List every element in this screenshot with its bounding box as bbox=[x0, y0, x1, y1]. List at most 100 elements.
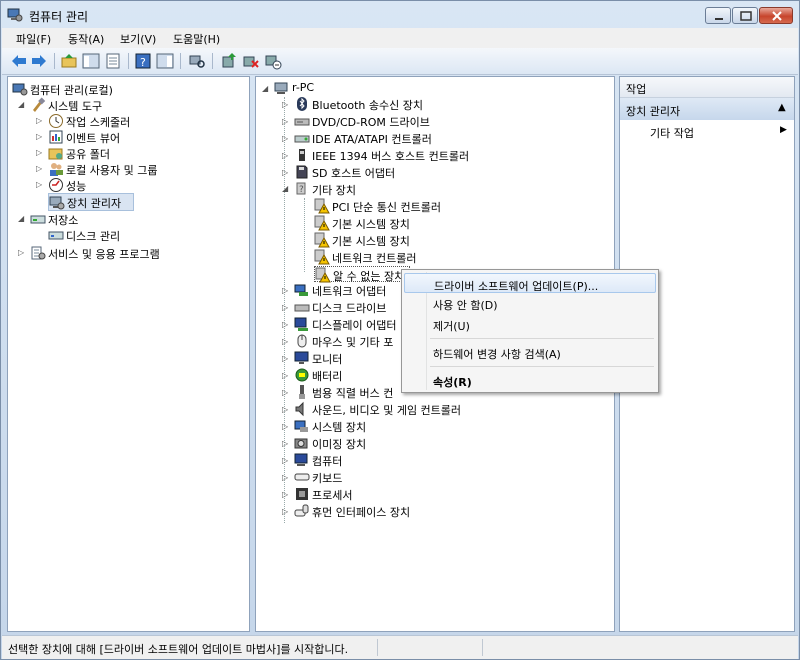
scan-hardware-icon[interactable] bbox=[188, 52, 206, 70]
help-icon[interactable]: ? bbox=[134, 52, 152, 70]
expand-toggle[interactable]: ▷ bbox=[282, 135, 290, 143]
monitor-icon bbox=[294, 351, 309, 364]
mouse-icon bbox=[297, 334, 307, 348]
computer-management-icon bbox=[12, 83, 28, 96]
menu-view[interactable]: 보기(V) bbox=[120, 31, 156, 47]
expand-toggle[interactable]: ▷ bbox=[282, 372, 290, 380]
status-bar: 선택한 장치에 대해 [드라이버 소프트웨어 업데이트 마법사]를 시작합니다. bbox=[2, 635, 798, 659]
minimize-button[interactable] bbox=[705, 7, 731, 24]
expand-toggle[interactable]: ▷ bbox=[282, 321, 290, 329]
clock-icon bbox=[49, 114, 63, 128]
expand-toggle[interactable]: ◢ bbox=[262, 85, 270, 93]
shared-folder-icon bbox=[48, 148, 63, 160]
action-more-actions[interactable]: 기타 작업 bbox=[650, 125, 694, 141]
expand-toggle[interactable]: ▷ bbox=[282, 152, 290, 160]
bluetooth-icon bbox=[297, 97, 307, 111]
users-icon bbox=[50, 163, 63, 176]
system-device-icon bbox=[294, 420, 308, 432]
up-folder-icon[interactable] bbox=[60, 52, 78, 70]
menu-disable[interactable]: 사용 안 함(D) bbox=[404, 293, 656, 313]
expand-toggle[interactable]: ▷ bbox=[282, 423, 290, 431]
expand-toggle[interactable]: ▷ bbox=[36, 165, 44, 173]
expand-toggle[interactable]: ▷ bbox=[36, 181, 44, 189]
expand-toggle[interactable]: ▷ bbox=[282, 491, 290, 499]
disk-icon bbox=[48, 231, 64, 240]
back-arrow-icon[interactable] bbox=[10, 52, 28, 70]
display-adapter-icon bbox=[294, 317, 308, 331]
menu-action[interactable]: 동작(A) bbox=[68, 31, 104, 47]
ide-controller-icon bbox=[294, 135, 310, 143]
svg-text:?: ? bbox=[299, 185, 304, 195]
expand-toggle[interactable]: ▷ bbox=[282, 474, 290, 482]
device-manager-icon bbox=[49, 196, 65, 210]
event-viewer-icon bbox=[49, 130, 63, 144]
processor-icon bbox=[296, 488, 308, 500]
device-unknown-selected[interactable]: 알 수 없는 장치 bbox=[314, 266, 410, 283]
expand-toggle[interactable]: ◢ bbox=[18, 101, 26, 109]
battery-icon bbox=[295, 368, 309, 382]
window-title: 컴퓨터 관리 bbox=[29, 10, 89, 24]
title-bar: 컴퓨터 관리 bbox=[1, 1, 799, 28]
expand-toggle[interactable]: ▷ bbox=[282, 389, 290, 397]
action-pane-icon[interactable] bbox=[156, 52, 174, 70]
services-icon bbox=[31, 246, 46, 260]
warning-device-icon bbox=[314, 198, 330, 214]
tools-icon bbox=[33, 97, 46, 112]
sd-card-icon bbox=[296, 165, 308, 179]
computer-icon bbox=[294, 453, 308, 466]
menu-help[interactable]: 도움말(H) bbox=[173, 31, 220, 47]
properties-list-icon[interactable] bbox=[104, 52, 122, 70]
menu-file[interactable]: 파일(F) bbox=[16, 31, 51, 47]
expand-toggle[interactable]: ▷ bbox=[282, 508, 290, 516]
warning-device-icon bbox=[315, 267, 331, 283]
expand-toggle[interactable]: ▷ bbox=[282, 169, 290, 177]
update-driver-icon[interactable] bbox=[220, 52, 238, 70]
expand-toggle[interactable]: ▷ bbox=[282, 457, 290, 465]
actions-section-device-manager[interactable]: 장치 관리자 ▲ bbox=[620, 98, 794, 120]
expand-toggle[interactable]: ▷ bbox=[282, 440, 290, 448]
toolbar: ? bbox=[2, 48, 798, 75]
submenu-arrow-icon[interactable]: ▶ bbox=[780, 125, 787, 135]
console-tree-pane: 컴퓨터 관리(로컬) ◢ 시스템 도구 ▷ 작업 스케줄러 ▷ 이벤트 뷰어 ▷… bbox=[7, 76, 250, 632]
expand-toggle[interactable]: ▷ bbox=[36, 149, 44, 157]
expand-toggle[interactable]: ▷ bbox=[282, 118, 290, 126]
menu-scan-hardware[interactable]: 하드웨어 변경 사항 검색(A) bbox=[404, 342, 656, 362]
usb-icon bbox=[299, 385, 305, 399]
expand-toggle[interactable]: ▷ bbox=[282, 355, 290, 363]
close-button[interactable] bbox=[759, 7, 793, 24]
menu-bar: 파일(F) 동작(A) 보기(V) 도움말(H) bbox=[2, 28, 798, 48]
expand-toggle[interactable]: ▷ bbox=[282, 101, 290, 109]
hid-icon bbox=[294, 504, 309, 517]
disk-drive-icon bbox=[294, 304, 310, 312]
expand-toggle[interactable]: ▷ bbox=[36, 117, 44, 125]
maximize-button[interactable] bbox=[732, 7, 758, 24]
computer-management-icon bbox=[7, 8, 23, 22]
svg-text:?: ? bbox=[140, 56, 146, 69]
forward-arrow-icon[interactable] bbox=[30, 52, 48, 70]
warning-device-icon bbox=[314, 215, 330, 231]
computer-management-window: 컴퓨터 관리 파일(F) 동작(A) 보기(V) 도움말(H) ? 컴퓨터 관리… bbox=[0, 0, 800, 660]
menu-properties[interactable]: 속성(R) bbox=[404, 370, 656, 390]
show-hide-tree-icon[interactable] bbox=[82, 52, 100, 70]
expand-toggle[interactable]: ▷ bbox=[36, 133, 44, 141]
keyboard-icon bbox=[294, 473, 310, 481]
uninstall-device-icon[interactable] bbox=[242, 52, 260, 70]
network-adapter-icon bbox=[294, 284, 308, 296]
collapse-arrow-icon[interactable]: ▲ bbox=[778, 102, 786, 113]
expand-toggle[interactable]: ▷ bbox=[18, 249, 26, 257]
menu-uninstall[interactable]: 제거(U) bbox=[404, 314, 656, 334]
expand-toggle[interactable]: ◢ bbox=[18, 215, 26, 223]
disable-device-icon[interactable] bbox=[264, 52, 282, 70]
speaker-icon bbox=[295, 401, 304, 417]
expand-toggle[interactable]: ▷ bbox=[282, 338, 290, 346]
menu-update-driver[interactable]: 드라이버 소프트웨어 업데이트(P)... bbox=[404, 273, 656, 293]
collapse-toggle[interactable]: ◢ bbox=[282, 185, 290, 193]
dvd-drive-icon bbox=[294, 118, 310, 126]
performance-icon bbox=[49, 178, 63, 192]
warning-device-icon bbox=[314, 249, 330, 265]
expand-toggle[interactable]: ▷ bbox=[282, 406, 290, 414]
context-menu: 드라이버 소프트웨어 업데이트(P)... 사용 안 함(D) 제거(U) 하드… bbox=[401, 269, 659, 393]
tree-item-device-manager[interactable]: 장치 관리자 bbox=[48, 193, 134, 211]
expand-toggle[interactable]: ▷ bbox=[282, 287, 290, 295]
expand-toggle[interactable]: ▷ bbox=[282, 304, 290, 312]
